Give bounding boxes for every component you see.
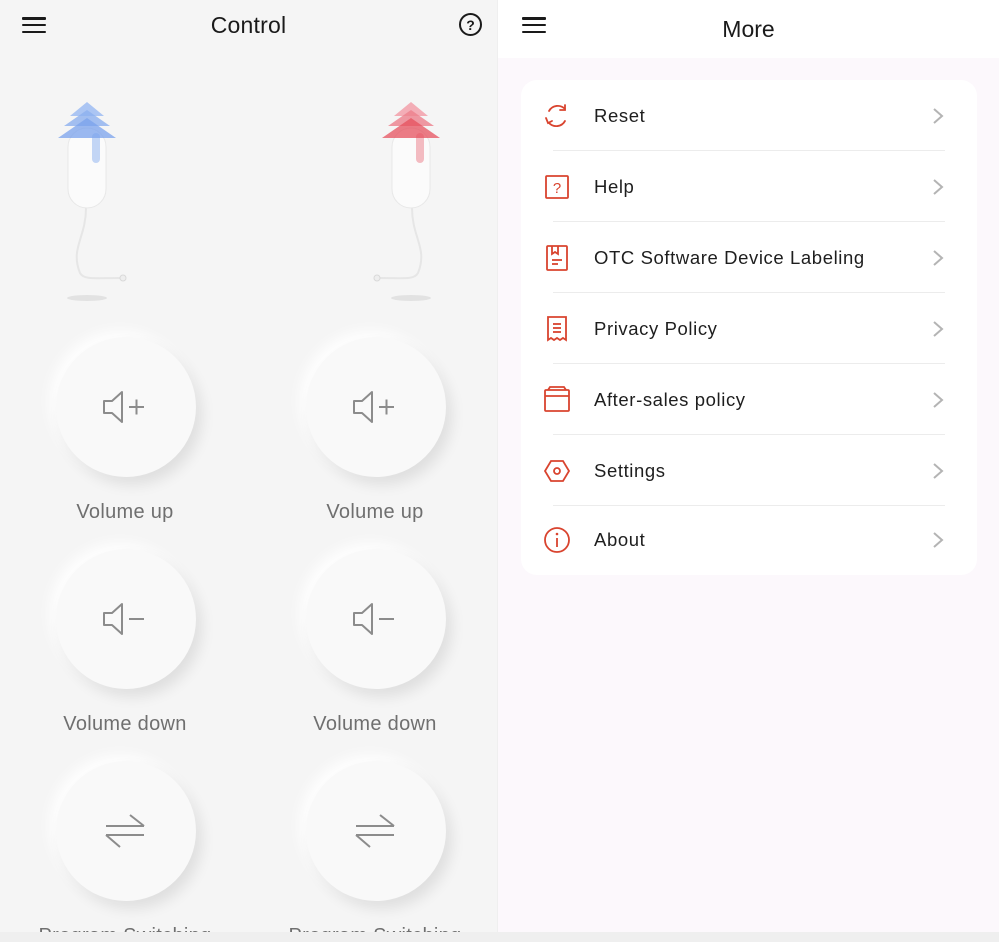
- menu-item-help[interactable]: ? Help: [521, 151, 977, 222]
- menu-item-privacy-policy[interactable]: Privacy Policy: [521, 293, 977, 364]
- chevron-right-icon: [931, 530, 945, 550]
- more-menu-list: Reset ? Help OTC Software Device Labelin…: [521, 80, 977, 575]
- left-volume-up-label: Volume up: [76, 501, 174, 523]
- control-screen: Control ? Volume up Volume down Volume u…: [0, 0, 497, 942]
- left-volume-up-button[interactable]: [56, 337, 196, 477]
- menu-item-after-sales-policy[interactable]: After-sales policy: [521, 364, 977, 435]
- svg-text:?: ?: [553, 180, 561, 197]
- right-volume-down-button[interactable]: [306, 549, 446, 689]
- reset-icon: [543, 102, 571, 130]
- info-circle-icon: [543, 526, 571, 554]
- right-hearing-aid-image: [366, 98, 456, 308]
- right-volume-up-label: Volume up: [326, 501, 424, 523]
- left-program-switch-button[interactable]: [56, 761, 196, 901]
- page-title: Control: [210, 11, 287, 38]
- chevron-right-icon: [931, 319, 945, 339]
- hamburger-menu-icon[interactable]: [22, 15, 46, 35]
- volume-up-icon: [353, 391, 394, 423]
- chevron-right-icon: [931, 248, 945, 268]
- swap-arrows-icon: [355, 814, 395, 848]
- box-icon: [543, 385, 571, 414]
- hexagon-settings-icon: [543, 457, 571, 485]
- right-program-switch-button[interactable]: [306, 761, 446, 901]
- help-square-icon: ?: [543, 173, 571, 201]
- receipt-icon: [543, 315, 571, 343]
- chevron-right-icon: [931, 390, 945, 410]
- hamburger-menu-icon[interactable]: [522, 15, 546, 35]
- left-volume-down-button[interactable]: [56, 549, 196, 689]
- volume-up-icon: [103, 391, 144, 423]
- more-top-bar: More: [498, 0, 999, 58]
- chevron-right-icon: [931, 106, 945, 126]
- control-top-bar: Control ?: [0, 0, 497, 50]
- more-screen: More Reset ? Help OTC Software Device La…: [497, 0, 999, 932]
- right-volume-down-label: Volume down: [313, 713, 437, 735]
- menu-item-about[interactable]: About: [521, 504, 977, 575]
- left-volume-down-label: Volume down: [63, 713, 187, 735]
- left-hearing-aid-image: [42, 98, 132, 308]
- menu-item-settings[interactable]: Settings: [521, 435, 977, 506]
- page-title: More: [722, 15, 775, 42]
- chevron-right-icon: [931, 177, 945, 197]
- bookmark-document-icon: [543, 244, 571, 272]
- bottom-edge: [0, 932, 999, 942]
- right-volume-up-button[interactable]: [306, 337, 446, 477]
- chevron-right-icon: [931, 461, 945, 481]
- menu-item-reset[interactable]: Reset: [521, 80, 977, 151]
- swap-arrows-icon: [105, 814, 145, 848]
- menu-item-otc-labeling[interactable]: OTC Software Device Labeling: [521, 222, 977, 293]
- volume-down-icon: [103, 603, 144, 635]
- volume-down-icon: [353, 603, 394, 635]
- help-circle-icon[interactable]: ?: [459, 13, 482, 36]
